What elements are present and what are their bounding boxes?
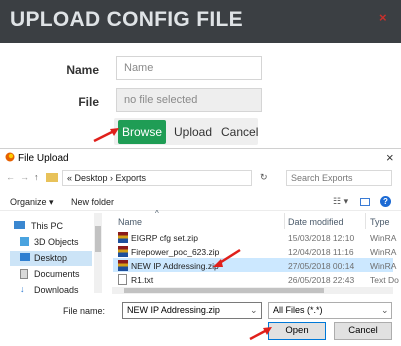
file-row-type: Text Do bbox=[370, 275, 399, 285]
refresh-icon[interactable]: ↻ bbox=[260, 172, 268, 183]
pc-icon bbox=[14, 221, 25, 229]
file-row-name[interactable]: R1.txt bbox=[131, 275, 153, 285]
browse-button[interactable]: Browse bbox=[118, 120, 166, 144]
downloads-icon: ↓ bbox=[20, 284, 25, 294]
dialog-title: File Upload bbox=[18, 153, 69, 164]
dialog-close-icon[interactable]: × bbox=[386, 150, 394, 165]
column-divider bbox=[365, 213, 366, 229]
toolbar-divider bbox=[0, 210, 401, 211]
up-arrow-icon[interactable]: ↑ bbox=[34, 172, 39, 182]
annotation-arrow-icon bbox=[93, 128, 119, 143]
search-input[interactable]: Search Exports bbox=[286, 170, 392, 186]
file-type-filter[interactable]: All Files (*.*) bbox=[268, 302, 392, 319]
file-name-input[interactable]: NEW IP Addressing.zip bbox=[122, 302, 262, 319]
sidebar-item-3d-objects[interactable]: 3D Objects bbox=[34, 237, 79, 247]
firefox-icon bbox=[5, 152, 15, 162]
forward-arrow-icon[interactable]: → bbox=[20, 172, 29, 182]
annotation-arrow-icon bbox=[213, 248, 241, 267]
sidebar-item-desktop[interactable]: Desktop bbox=[34, 253, 67, 263]
organize-menu[interactable]: Organize ▾ bbox=[10, 197, 54, 208]
sidebar-scroll-thumb[interactable] bbox=[95, 226, 101, 252]
annotation-arrow-icon bbox=[249, 327, 272, 341]
upload-button[interactable]: Upload bbox=[174, 125, 212, 139]
help-icon[interactable]: ? bbox=[380, 196, 391, 207]
zip-archive-icon bbox=[118, 232, 128, 243]
sidebar-item-this-pc[interactable]: This PC bbox=[31, 221, 63, 231]
name-label: Name bbox=[66, 63, 99, 77]
preview-pane-icon[interactable] bbox=[360, 198, 370, 206]
zip-archive-icon bbox=[118, 260, 128, 271]
file-input[interactable]: no file selected bbox=[116, 88, 262, 112]
open-button[interactable]: Open bbox=[268, 322, 326, 340]
dialog-cancel-button[interactable]: Cancel bbox=[334, 322, 392, 340]
h-scroll-thumb[interactable] bbox=[124, 288, 324, 293]
new-folder-button[interactable]: New folder bbox=[71, 197, 114, 207]
modal-title: UPLOAD CONFIG FILE bbox=[10, 8, 243, 31]
zip-archive-icon bbox=[118, 246, 128, 257]
sort-indicator-icon: ^ bbox=[155, 209, 159, 218]
file-row-date: 12/04/2018 11:16 bbox=[288, 247, 354, 257]
view-options-icon[interactable]: ☷ ▾ bbox=[333, 196, 348, 207]
close-icon[interactable]: × bbox=[379, 10, 387, 25]
file-row-type: WinRA bbox=[370, 233, 397, 243]
column-type[interactable]: Type bbox=[370, 217, 390, 227]
column-divider bbox=[284, 213, 285, 229]
file-row-type: WinRA bbox=[370, 247, 397, 257]
3d-objects-icon bbox=[20, 237, 29, 246]
filter-dropdown-icon[interactable]: ⌄ bbox=[381, 305, 389, 316]
column-name[interactable]: Name bbox=[118, 217, 142, 227]
cancel-button[interactable]: Cancel bbox=[221, 125, 258, 139]
file-row-date: 27/05/2018 00:14 bbox=[288, 261, 355, 271]
name-input[interactable]: Name bbox=[116, 56, 262, 80]
desktop-icon bbox=[20, 253, 30, 261]
file-name-label: File name: bbox=[63, 306, 106, 316]
sidebar-scrollbar[interactable] bbox=[94, 213, 102, 293]
file-label: File bbox=[78, 95, 99, 109]
back-arrow-icon[interactable]: ← bbox=[6, 172, 15, 182]
column-date-modified[interactable]: Date modified bbox=[288, 217, 344, 227]
breadcrumb[interactable]: « Desktop › Exports bbox=[62, 170, 252, 186]
documents-icon bbox=[20, 269, 28, 279]
folder-icon bbox=[46, 173, 58, 182]
file-row-name[interactable]: NEW IP Addressing.zip bbox=[131, 261, 219, 271]
sidebar-item-documents[interactable]: Documents bbox=[34, 269, 80, 279]
file-row-name[interactable]: Firepower_poc_623.zip bbox=[131, 247, 219, 257]
file-row-date: 15/03/2018 12:10 bbox=[288, 233, 355, 243]
file-row-type: WinRA bbox=[370, 261, 397, 271]
file-row-name[interactable]: EIGRP cfg set.zip bbox=[131, 233, 198, 243]
file-row-date: 26/05/2018 22:43 bbox=[288, 275, 355, 285]
sidebar-item-downloads[interactable]: Downloads bbox=[34, 285, 79, 295]
text-file-icon bbox=[118, 274, 127, 285]
file-name-dropdown-icon[interactable]: ⌄ bbox=[250, 305, 258, 316]
